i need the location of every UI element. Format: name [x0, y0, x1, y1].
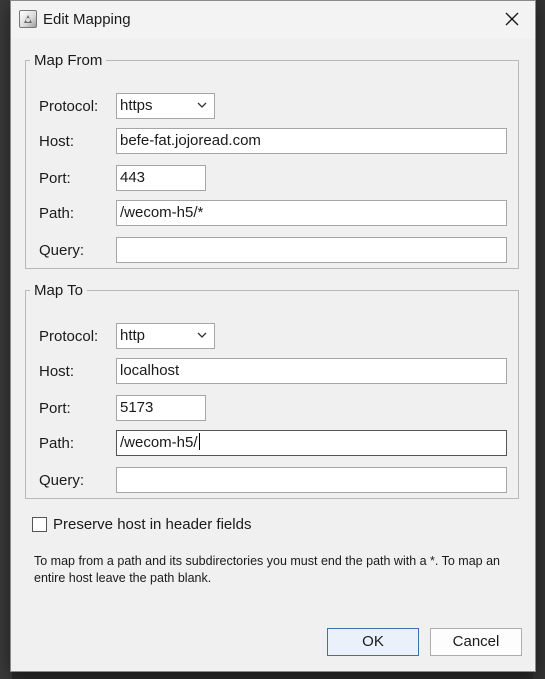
to-path-label: Path: [39, 435, 75, 452]
text-caret [198, 433, 200, 450]
close-icon [505, 12, 519, 26]
map-to-group: Map To Protocol: http Host: localhost Po… [25, 282, 519, 499]
from-path-input[interactable]: /wecom-h5/* [116, 200, 507, 226]
from-query-input[interactable] [116, 237, 507, 263]
edit-mapping-dialog: Edit Mapping Map From Protocol: https Ho… [10, 0, 536, 672]
to-port-input[interactable]: 5173 [116, 395, 206, 421]
preserve-host-label[interactable]: Preserve host in header fields [53, 516, 251, 533]
close-button[interactable] [491, 1, 535, 39]
to-protocol-select[interactable]: http [116, 323, 215, 349]
to-query-input[interactable] [116, 467, 507, 493]
to-port-label: Port: [39, 400, 71, 417]
help-text: To map from a path and its subdirectorie… [34, 554, 500, 585]
to-host-label: Host: [39, 363, 75, 380]
map-from-legend: Map From [34, 52, 103, 69]
from-host-label: Host: [39, 133, 75, 150]
dialog-title: Edit Mapping [43, 11, 131, 28]
from-host-input[interactable]: befe-fat.jojoread.com [116, 128, 507, 154]
from-path-label: Path: [39, 205, 75, 222]
from-protocol-select[interactable]: https [116, 93, 215, 119]
map-to-legend: Map To [34, 282, 83, 299]
ok-button[interactable]: OK [327, 628, 419, 656]
to-protocol-label: Protocol: [39, 328, 99, 345]
to-path-input[interactable]: /wecom-h5/ [116, 430, 507, 456]
to-protocol-value: http [120, 327, 146, 344]
title-bar: Edit Mapping [11, 1, 535, 39]
to-host-input[interactable]: localhost [116, 358, 507, 384]
cancel-button[interactable]: Cancel [430, 628, 522, 656]
chevron-down-icon [197, 332, 207, 338]
to-path-value: /wecom-h5/ [120, 434, 198, 451]
from-query-label: Query: [39, 242, 85, 259]
from-port-label: Port: [39, 170, 71, 187]
app-icon [19, 10, 37, 28]
from-protocol-value: https [120, 97, 153, 114]
from-port-input[interactable]: 443 [116, 165, 206, 191]
to-query-label: Query: [39, 472, 85, 489]
map-from-group: Map From Protocol: https Host: befe-fat.… [25, 52, 519, 269]
preserve-host-checkbox[interactable] [32, 517, 47, 532]
chevron-down-icon [197, 102, 207, 108]
from-protocol-label: Protocol: [39, 98, 99, 115]
